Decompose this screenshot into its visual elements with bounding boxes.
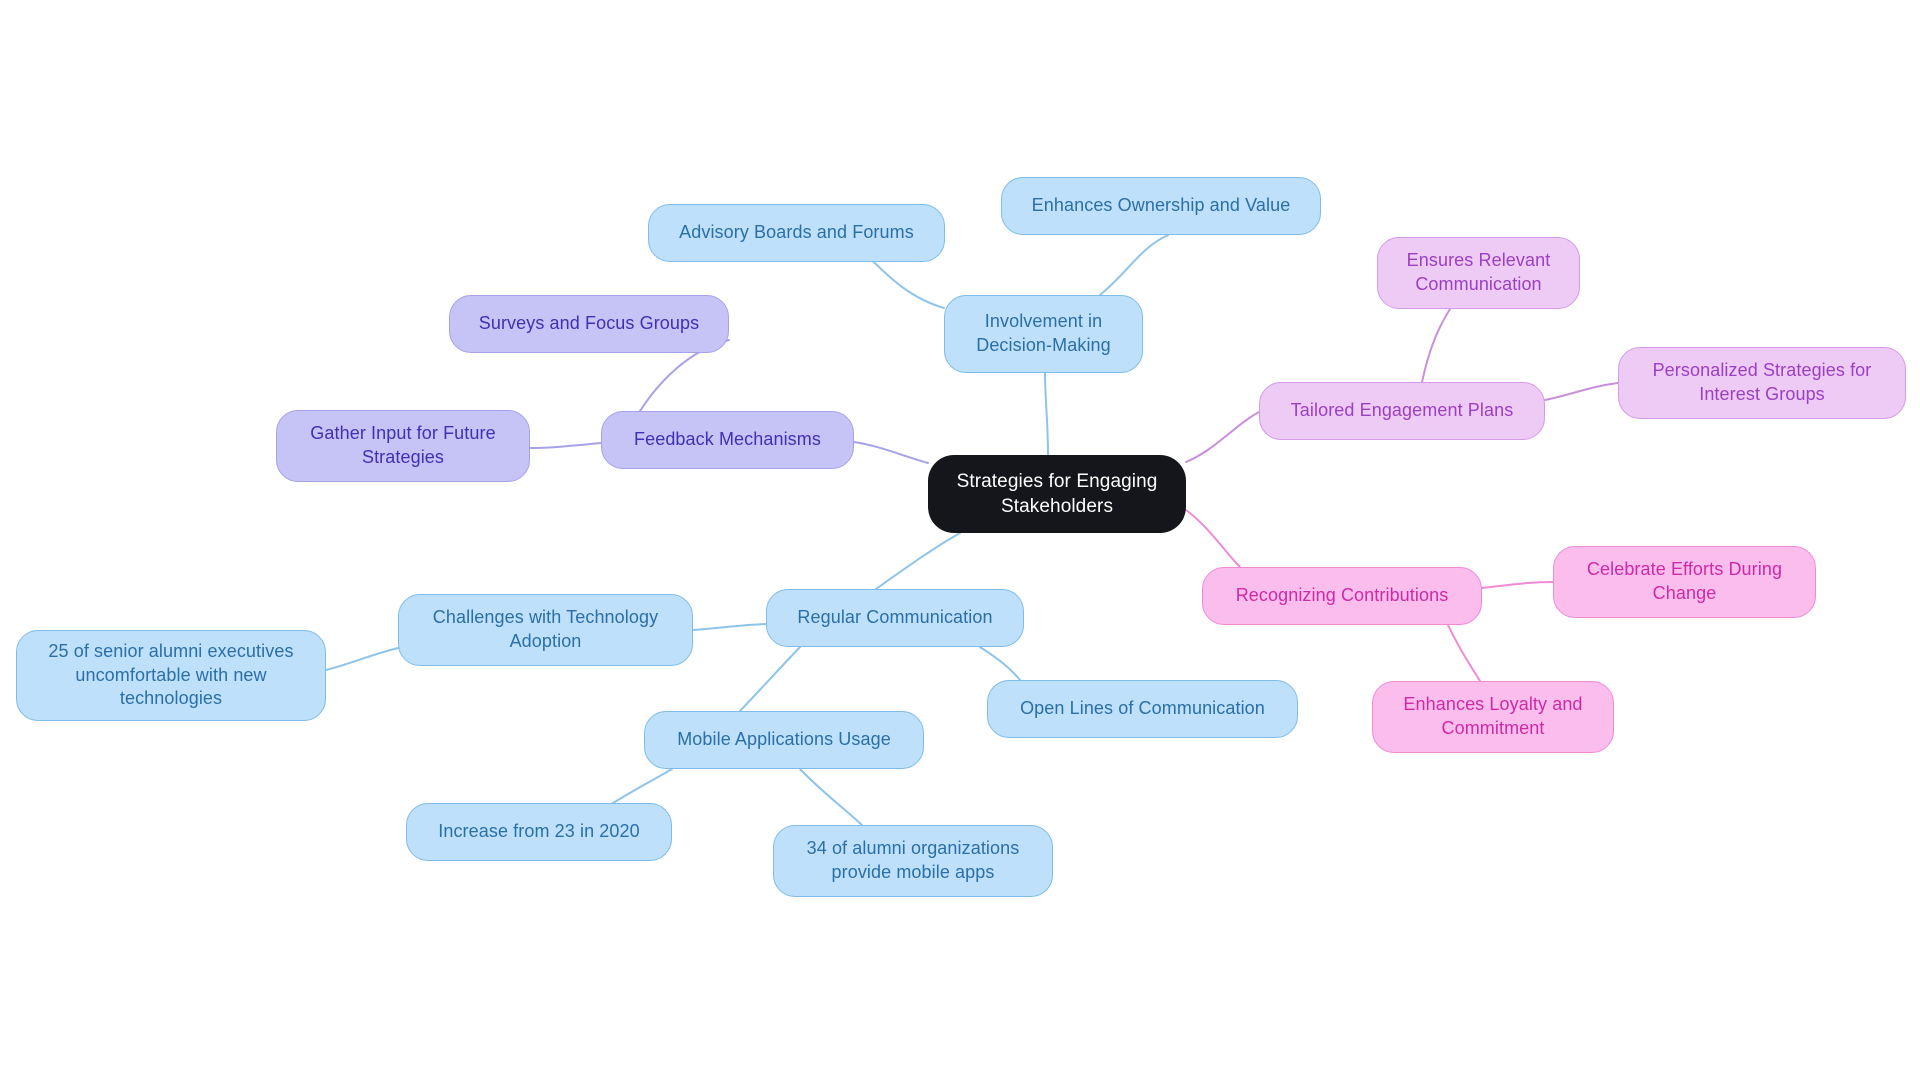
node-25-of-senior-alumni-executives[interactable]: 25 of senior alumni executives uncomfort… [16, 630, 326, 721]
node-label: Increase from 23 in 2020 [438, 821, 640, 842]
mindmap-canvas: Strategies for Engaging Stakeholders Invo… [0, 0, 1920, 1083]
node-label: Gather Input for Future Strategies [310, 423, 496, 467]
node-label: Involvement in Decision-Making [976, 311, 1111, 355]
node-regular-communication[interactable]: Regular Communication [766, 589, 1024, 647]
edge-recognizing-to-celebrate-efforts [1481, 581, 1554, 589]
node-feedback-mechanisms[interactable]: Feedback Mechanisms [601, 411, 854, 469]
node-involvement-in-decision-making[interactable]: Involvement in Decision-Making [944, 295, 1143, 373]
node-label: Strategies for Engaging Stakeholders [956, 470, 1158, 517]
edge-mobile-to-increase-from-23 [609, 768, 673, 806]
node-challenges-with-technology-adoption[interactable]: Challenges with Technology Adoption [398, 594, 693, 666]
edge-mobile-to-34-of-alumni-organizations [799, 768, 863, 826]
node-label: Enhances Ownership and Value [1031, 195, 1291, 216]
node-label: Personalized Strategies for Interest Gro… [1652, 360, 1872, 404]
root-node-strategies-for-engaging-stakeholders[interactable]: Strategies for Engaging Stakeholders [928, 455, 1186, 533]
node-surveys-and-focus-groups[interactable]: Surveys and Focus Groups [449, 295, 729, 353]
edge-root-to-feedback-mechanisms [853, 441, 929, 464]
node-increase-from-23-in-2020[interactable]: Increase from 23 in 2020 [406, 803, 672, 861]
node-label: Tailored Engagement Plans [1290, 400, 1514, 421]
edge-regular-to-challenges-with-technology [692, 623, 767, 631]
node-advisory-boards-and-forums[interactable]: Advisory Boards and Forums [648, 204, 945, 262]
node-label: Recognizing Contributions [1235, 585, 1449, 606]
edge-recognizing-to-enhances-loyalty [1447, 624, 1481, 682]
edge-regular-to-mobile-applications [739, 646, 801, 712]
edge-root-to-recognizing-contributions [1185, 509, 1241, 568]
edge-root-to-involvement [1044, 372, 1049, 456]
node-enhances-loyalty-and-commitment[interactable]: Enhances Loyalty and Commitment [1372, 681, 1614, 753]
node-label: 34 of alumni organizations provide mobil… [806, 838, 1020, 882]
edge-root-to-tailored-engagement [1185, 411, 1260, 463]
edge-root-to-regular-communication [875, 532, 961, 590]
edge-regular-to-open-lines [979, 646, 1021, 681]
node-gather-input-for-future-strategies[interactable]: Gather Input for Future Strategies [276, 410, 530, 482]
edge-challenges-to-senior-alumni [325, 647, 399, 671]
node-mobile-applications-usage[interactable]: Mobile Applications Usage [644, 711, 924, 769]
edge-feedback-to-gather-input [529, 442, 602, 449]
node-label: Mobile Applications Usage [677, 729, 891, 750]
node-label: 25 of senior alumni executives uncomfort… [48, 640, 294, 709]
node-label: Challenges with Technology Adoption [432, 607, 659, 651]
node-ensures-relevant-communication[interactable]: Ensures Relevant Communication [1377, 237, 1580, 309]
edge-involvement-to-enhances-ownership [1099, 234, 1169, 296]
node-personalized-strategies-for-interest-groups[interactable]: Personalized Strategies for Interest Gro… [1618, 347, 1906, 419]
node-label: Ensures Relevant Communication [1406, 250, 1551, 294]
edge-layer [325, 234, 1619, 826]
node-label: Open Lines of Communication [1020, 698, 1265, 719]
node-34-of-alumni-organizations-provide-mobile-apps[interactable]: 34 of alumni organizations provide mobil… [773, 825, 1053, 897]
node-label: Feedback Mechanisms [634, 429, 821, 450]
node-label: Celebrate Efforts During Change [1586, 559, 1783, 603]
edge-tailored-to-personalized-strategies [1544, 382, 1619, 401]
node-label: Surveys and Focus Groups [478, 313, 700, 334]
node-label: Regular Communication [797, 607, 993, 628]
node-recognizing-contributions[interactable]: Recognizing Contributions [1202, 567, 1482, 625]
node-tailored-engagement-plans[interactable]: Tailored Engagement Plans [1259, 382, 1545, 440]
node-label: Advisory Boards and Forums [679, 222, 914, 243]
edge-tailored-to-ensures-relevant [1421, 308, 1451, 383]
node-enhances-ownership-and-value[interactable]: Enhances Ownership and Value [1001, 177, 1321, 235]
node-open-lines-of-communication[interactable]: Open Lines of Communication [987, 680, 1298, 738]
node-label: Enhances Loyalty and Commitment [1403, 694, 1583, 738]
node-celebrate-efforts-during-change[interactable]: Celebrate Efforts During Change [1553, 546, 1816, 618]
